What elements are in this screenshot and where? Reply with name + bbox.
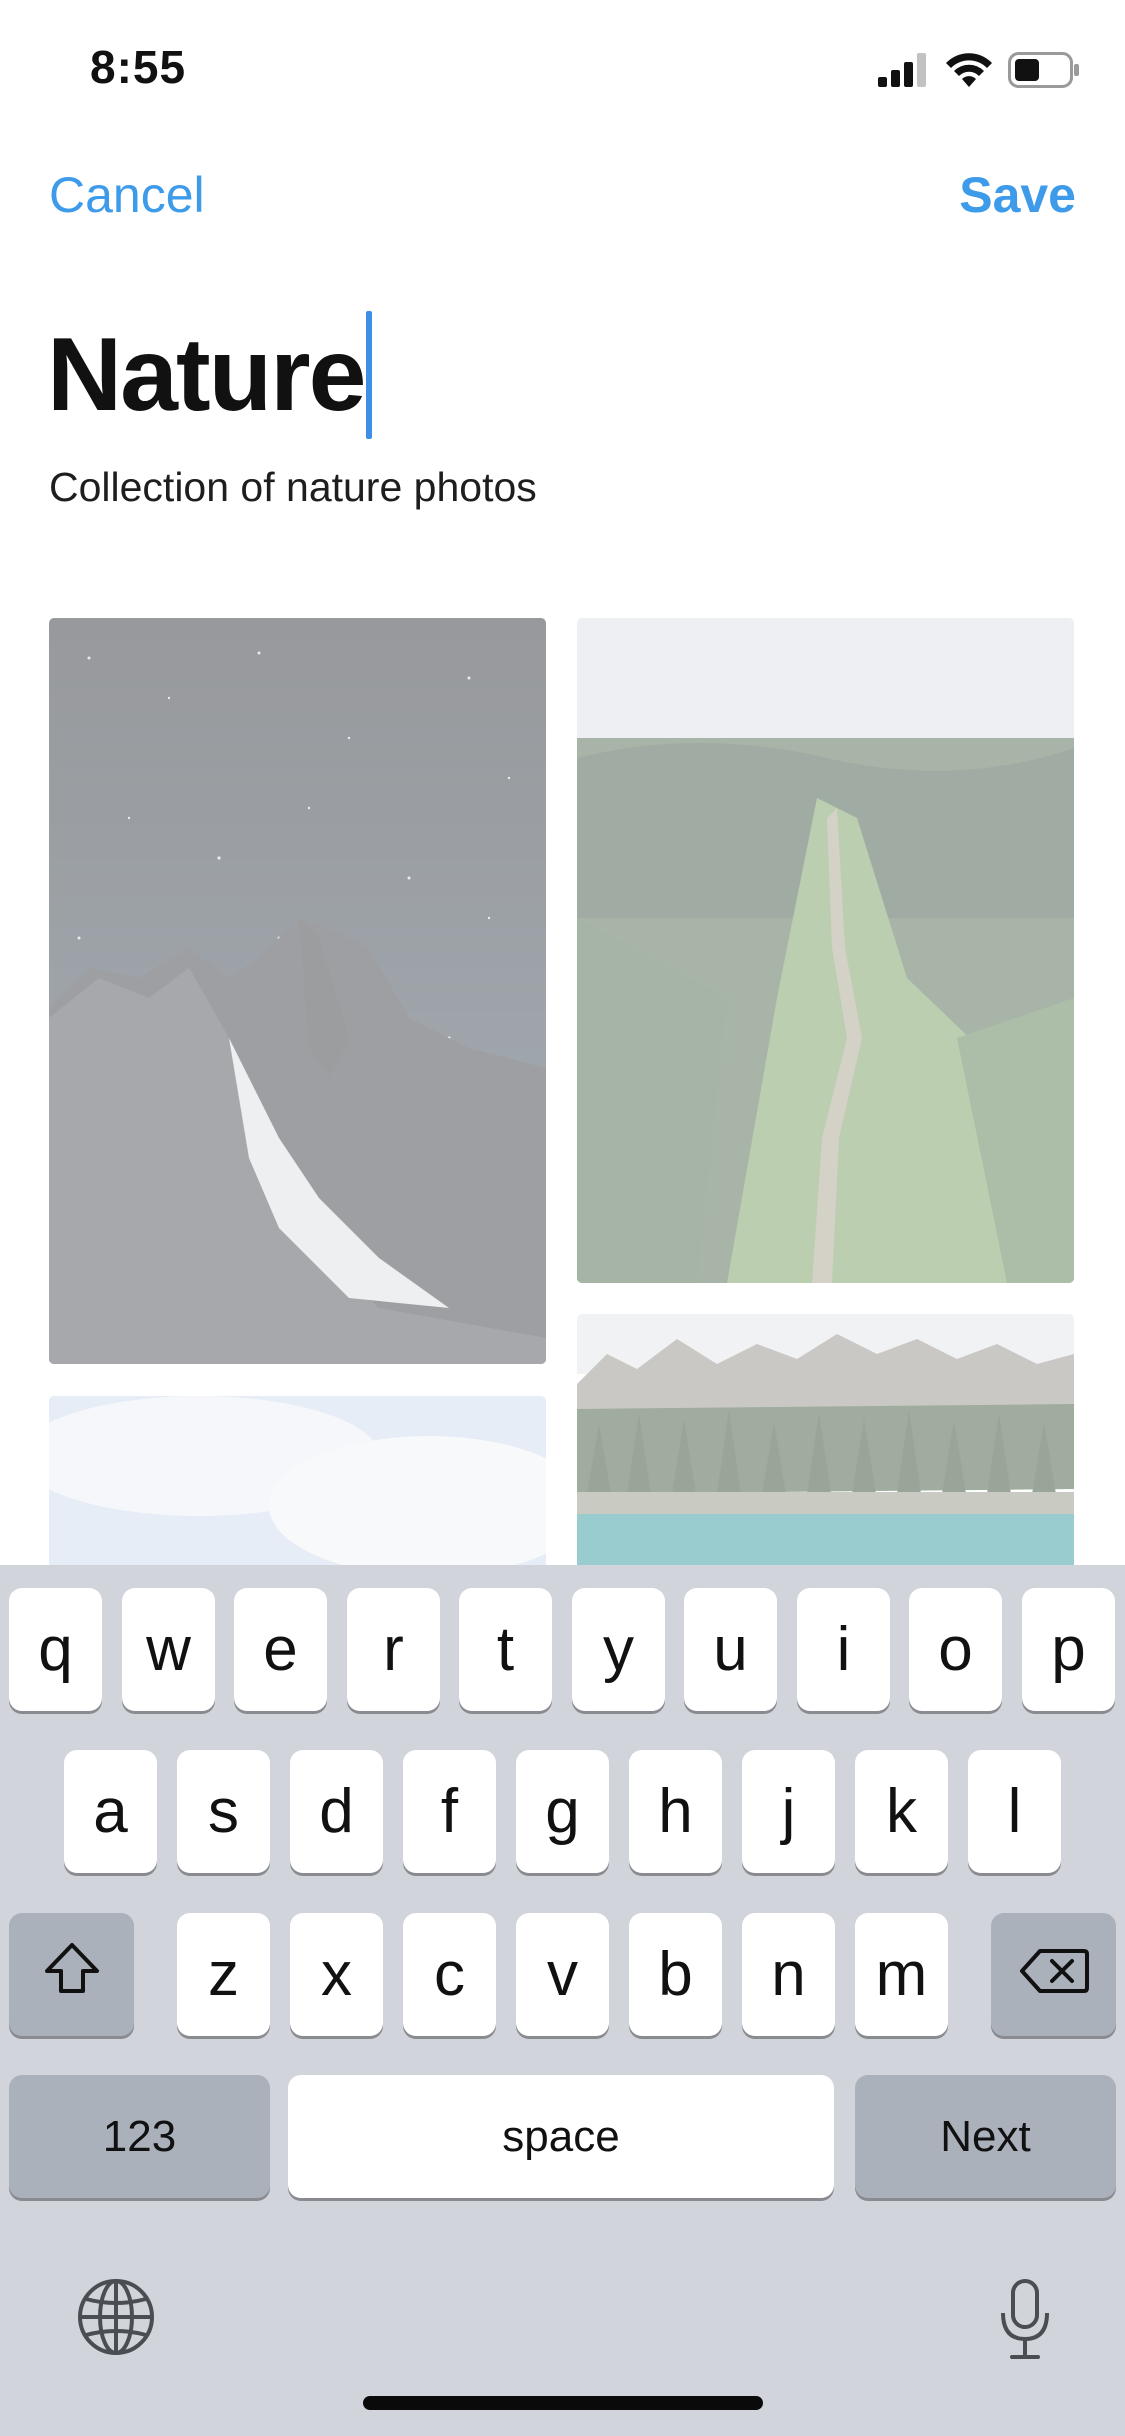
key-f[interactable]: f (403, 1750, 496, 1873)
space-key[interactable]: space (288, 2075, 834, 2198)
key-p[interactable]: p (1022, 1588, 1115, 1711)
numbers-key[interactable]: 123 (9, 2075, 270, 2198)
starry-mountain-photo[interactable] (49, 618, 546, 1364)
key-q[interactable]: q (9, 1588, 102, 1711)
edit-collection-screen: 8:55 Cancel Save Nature Collection of na… (0, 0, 1125, 2436)
key-l[interactable]: l (968, 1750, 1061, 1873)
key-r[interactable]: r (347, 1588, 440, 1711)
key-z[interactable]: z (177, 1913, 270, 2036)
key-t[interactable]: t (459, 1588, 552, 1711)
key-g[interactable]: g (516, 1750, 609, 1873)
mountain-trail-photo[interactable] (577, 618, 1074, 1283)
next-key[interactable]: Next (855, 2075, 1116, 2198)
on-screen-keyboard: q w e r t y u i o p a s d f g h j k l z … (0, 1565, 1125, 2436)
home-indicator[interactable] (363, 2396, 763, 2410)
key-i[interactable]: i (797, 1588, 890, 1711)
shift-key[interactable] (9, 1913, 134, 2036)
key-n[interactable]: n (742, 1913, 835, 2036)
key-c[interactable]: c (403, 1913, 496, 2036)
shift-arrow-icon (43, 1939, 101, 2010)
key-w[interactable]: w (122, 1588, 215, 1711)
key-u[interactable]: u (684, 1588, 777, 1711)
key-d[interactable]: d (290, 1750, 383, 1873)
globe-icon[interactable] (76, 2277, 156, 2357)
key-m[interactable]: m (855, 1913, 948, 2036)
key-s[interactable]: s (177, 1750, 270, 1873)
delete-key[interactable] (991, 1913, 1116, 2036)
key-j[interactable]: j (742, 1750, 835, 1873)
key-a[interactable]: a (64, 1750, 157, 1873)
key-x[interactable]: x (290, 1913, 383, 2036)
key-b[interactable]: b (629, 1913, 722, 2036)
key-h[interactable]: h (629, 1750, 722, 1873)
microphone-icon[interactable] (998, 2279, 1052, 2361)
key-o[interactable]: o (909, 1588, 1002, 1711)
key-y[interactable]: y (572, 1588, 665, 1711)
key-v[interactable]: v (516, 1913, 609, 2036)
key-e[interactable]: e (234, 1588, 327, 1711)
photo-grid (0, 0, 1125, 1696)
key-k[interactable]: k (855, 1750, 948, 1873)
delete-backspace-icon (1018, 1939, 1090, 2010)
